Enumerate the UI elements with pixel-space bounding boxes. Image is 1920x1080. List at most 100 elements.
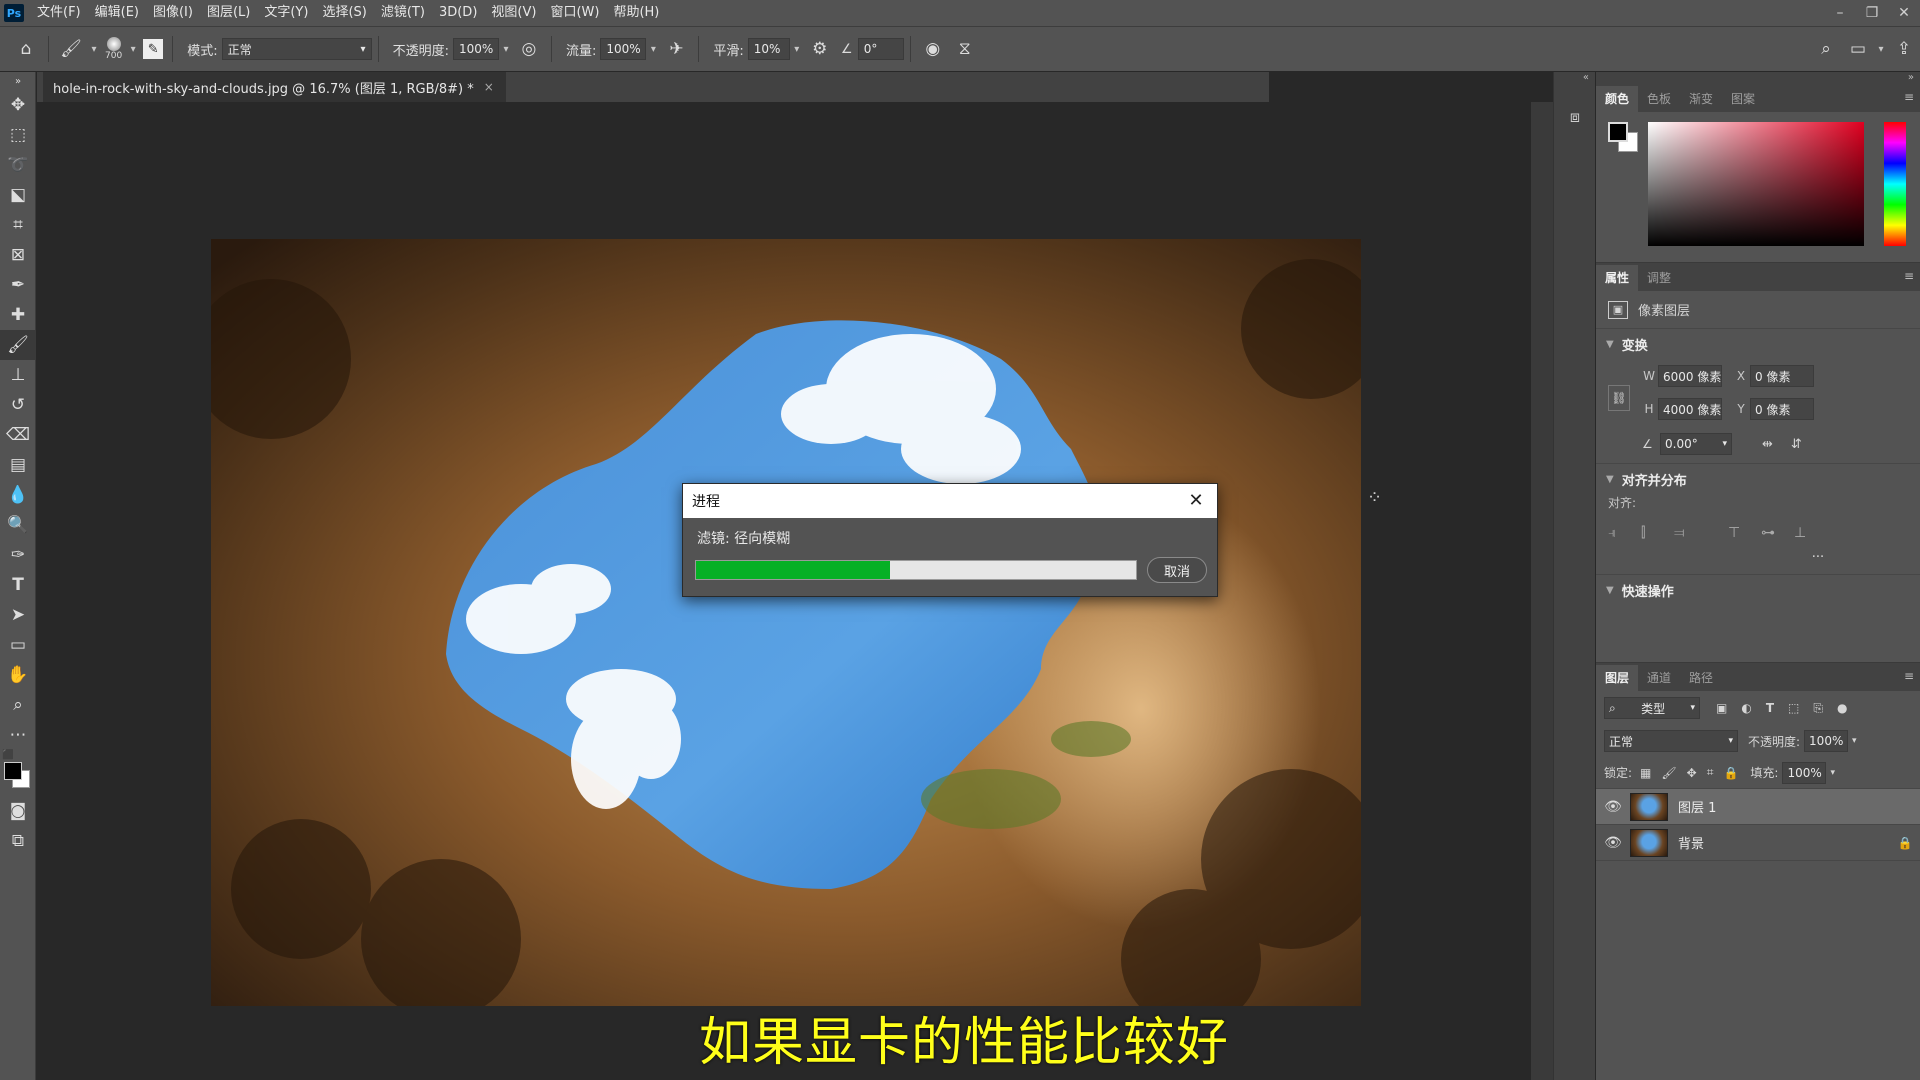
lock-pixels-icon[interactable]: 🖌 [1661, 766, 1676, 780]
chevron-down-icon[interactable]: ▾ [499, 38, 513, 60]
visibility-eye-icon[interactable]: 👁 [1596, 799, 1630, 815]
tab-paths[interactable]: 路径 [1680, 665, 1722, 691]
align-center-h-icon[interactable]: ⫿ [1641, 525, 1674, 541]
menu-filter[interactable]: 滤镜(T) [374, 0, 432, 26]
filter-shape-icon[interactable]: ⬚ [1788, 701, 1799, 715]
menu-3d[interactable]: 3D(D) [432, 0, 484, 26]
swap-colors-icon[interactable]: ⬛ [2, 750, 14, 761]
rotation-input[interactable]: 0.00° ▾ [1660, 433, 1732, 455]
chevron-down-icon[interactable]: ▾ [87, 38, 101, 60]
lock-position-icon[interactable]: ✥ [1687, 766, 1697, 780]
pressure-opacity-icon[interactable]: ◎ [516, 36, 542, 62]
layer-opacity-input[interactable]: 100% [1804, 730, 1849, 752]
symmetry-icon[interactable]: ⧖ [952, 36, 978, 62]
align-right-icon[interactable]: ⫤ [1674, 525, 1728, 541]
gear-icon[interactable]: ⚙ [807, 36, 833, 62]
tab-color[interactable]: 颜色 [1596, 86, 1639, 112]
tab-layers[interactable]: 图层 [1596, 665, 1639, 691]
search-icon[interactable]: ⌕ [1813, 36, 1839, 62]
panel-menu-icon[interactable]: ≡ [1904, 269, 1914, 283]
mode-select[interactable]: 正常 ▾ [221, 38, 372, 60]
filter-adjustment-icon[interactable]: ◐ [1741, 701, 1751, 715]
flow-input[interactable]: 100% [600, 38, 647, 60]
expand-toolbar-icon[interactable]: » [0, 72, 36, 90]
menu-file[interactable]: 文件(F) [30, 0, 88, 26]
screen-mode-icon[interactable]: ⧉ [0, 826, 36, 856]
tab-swatches[interactable]: 色板 [1638, 86, 1680, 112]
align-section-header[interactable]: ▼ 对齐并分布 [1596, 464, 1920, 494]
brush-tool-icon[interactable]: 🖌 [0, 330, 36, 360]
close-icon[interactable]: ✕ [1185, 489, 1207, 511]
chevron-down-icon[interactable]: ▾ [1874, 38, 1888, 60]
transform-section-header[interactable]: ▼ 变换 [1596, 329, 1920, 359]
eraser-tool-icon[interactable]: ⌫ [0, 420, 36, 450]
home-icon[interactable]: ⌂ [13, 36, 39, 62]
menu-help[interactable]: 帮助(H) [606, 0, 666, 26]
eyedropper-tool-icon[interactable]: ✒ [0, 270, 36, 300]
close-window-button[interactable]: ✕ [1888, 0, 1920, 26]
filter-type-icon[interactable]: T [1766, 701, 1774, 715]
menu-type[interactable]: 文字(Y) [257, 0, 315, 26]
close-icon[interactable]: × [484, 80, 494, 94]
gradient-tool-icon[interactable]: ▤ [0, 450, 36, 480]
fill-input[interactable]: 100% [1782, 761, 1827, 784]
tab-channels[interactable]: 通道 [1638, 665, 1680, 691]
brush-preset-picker[interactable]: 700 [105, 37, 122, 61]
lasso-tool-icon[interactable]: ➰ [0, 150, 36, 180]
brush-angle-input[interactable]: 0° [857, 38, 904, 60]
workspace-icon[interactable]: ▭ [1845, 36, 1871, 62]
layer-row-background[interactable]: 👁 背景 🔒 [1596, 825, 1920, 861]
filter-toggle-icon[interactable]: ● [1837, 701, 1847, 715]
filter-pixel-icon[interactable]: ▣ [1716, 701, 1727, 715]
chevron-down-icon[interactable]: ▾ [646, 38, 660, 60]
frame-tool-icon[interactable]: ⊠ [0, 240, 36, 270]
type-tool-icon[interactable]: T [0, 570, 36, 600]
brush-settings-icon[interactable]: ✎ [143, 39, 164, 59]
healing-brush-tool-icon[interactable]: ✚ [0, 300, 36, 330]
foreground-color-swatch[interactable] [1608, 122, 1628, 142]
more-options-icon[interactable]: ··· [1596, 550, 1920, 574]
chevron-down-icon[interactable]: ▾ [1852, 736, 1857, 746]
chevron-down-icon[interactable]: ▾ [1830, 768, 1835, 778]
visibility-eye-icon[interactable]: 👁 [1596, 835, 1630, 851]
document-image[interactable] [211, 239, 1361, 1006]
quick-mask-icon[interactable]: ◙ [0, 796, 36, 826]
minimize-button[interactable]: – [1824, 0, 1856, 26]
airbrush-icon[interactable]: ✈ [663, 36, 689, 62]
history-brush-tool-icon[interactable]: ↺ [0, 390, 36, 420]
opacity-input[interactable]: 100% [452, 38, 499, 60]
align-middle-v-icon[interactable]: ⊶ [1761, 525, 1794, 541]
menu-select[interactable]: 选择(S) [315, 0, 373, 26]
panel-menu-icon[interactable]: ≡ [1904, 90, 1914, 104]
menu-layer[interactable]: 图层(L) [200, 0, 257, 26]
crop-tool-icon[interactable]: ⌗ [0, 210, 36, 240]
pen-tool-icon[interactable]: ✑ [0, 540, 36, 570]
menu-image[interactable]: 图像(I) [146, 0, 200, 26]
link-dimensions-icon[interactable]: ⛓ [1608, 385, 1630, 411]
tab-adjustments[interactable]: 调整 [1638, 265, 1680, 291]
panel-collapse-bar[interactable]: » [1596, 72, 1920, 84]
align-left-icon[interactable]: ⫣ [1608, 525, 1641, 541]
cancel-button[interactable]: 取消 [1147, 557, 1207, 583]
blend-mode-select[interactable]: 正常 ▾ [1604, 730, 1738, 752]
hue-slider[interactable] [1884, 122, 1906, 246]
flip-horizontal-icon[interactable]: ⇹ [1762, 437, 1773, 452]
quick-actions-section-header[interactable]: ▼ 快速操作 [1596, 575, 1920, 605]
lock-artboard-icon[interactable]: ⌗ [1707, 765, 1714, 780]
dodge-tool-icon[interactable]: 🔍 [0, 510, 36, 540]
document-tab[interactable]: hole-in-rock-with-sky-and-clouds.jpg @ 1… [43, 72, 506, 102]
zoom-tool-icon[interactable]: ⌕ [0, 690, 36, 720]
filter-smart-object-icon[interactable]: ⎘ [1813, 701, 1823, 716]
lock-transparent-icon[interactable]: ▦ [1640, 766, 1651, 780]
rectangle-tool-icon[interactable]: ▭ [0, 630, 36, 660]
lock-all-icon[interactable]: 🔒 [1723, 766, 1738, 780]
layer-row-layer1[interactable]: 👁 图层 1 [1596, 789, 1920, 825]
restore-button[interactable]: ❐ [1856, 0, 1888, 26]
height-input[interactable]: 4000 像素 [1658, 398, 1722, 420]
pressure-size-icon[interactable]: ◉ [920, 36, 946, 62]
move-tool-icon[interactable]: ✥ [0, 90, 36, 120]
tab-patterns[interactable]: 图案 [1722, 86, 1764, 112]
flip-vertical-icon[interactable]: ⇵ [1791, 437, 1802, 452]
saturation-brightness-field[interactable] [1648, 122, 1864, 246]
brush-tool-icon[interactable]: 🖌 [58, 36, 84, 62]
